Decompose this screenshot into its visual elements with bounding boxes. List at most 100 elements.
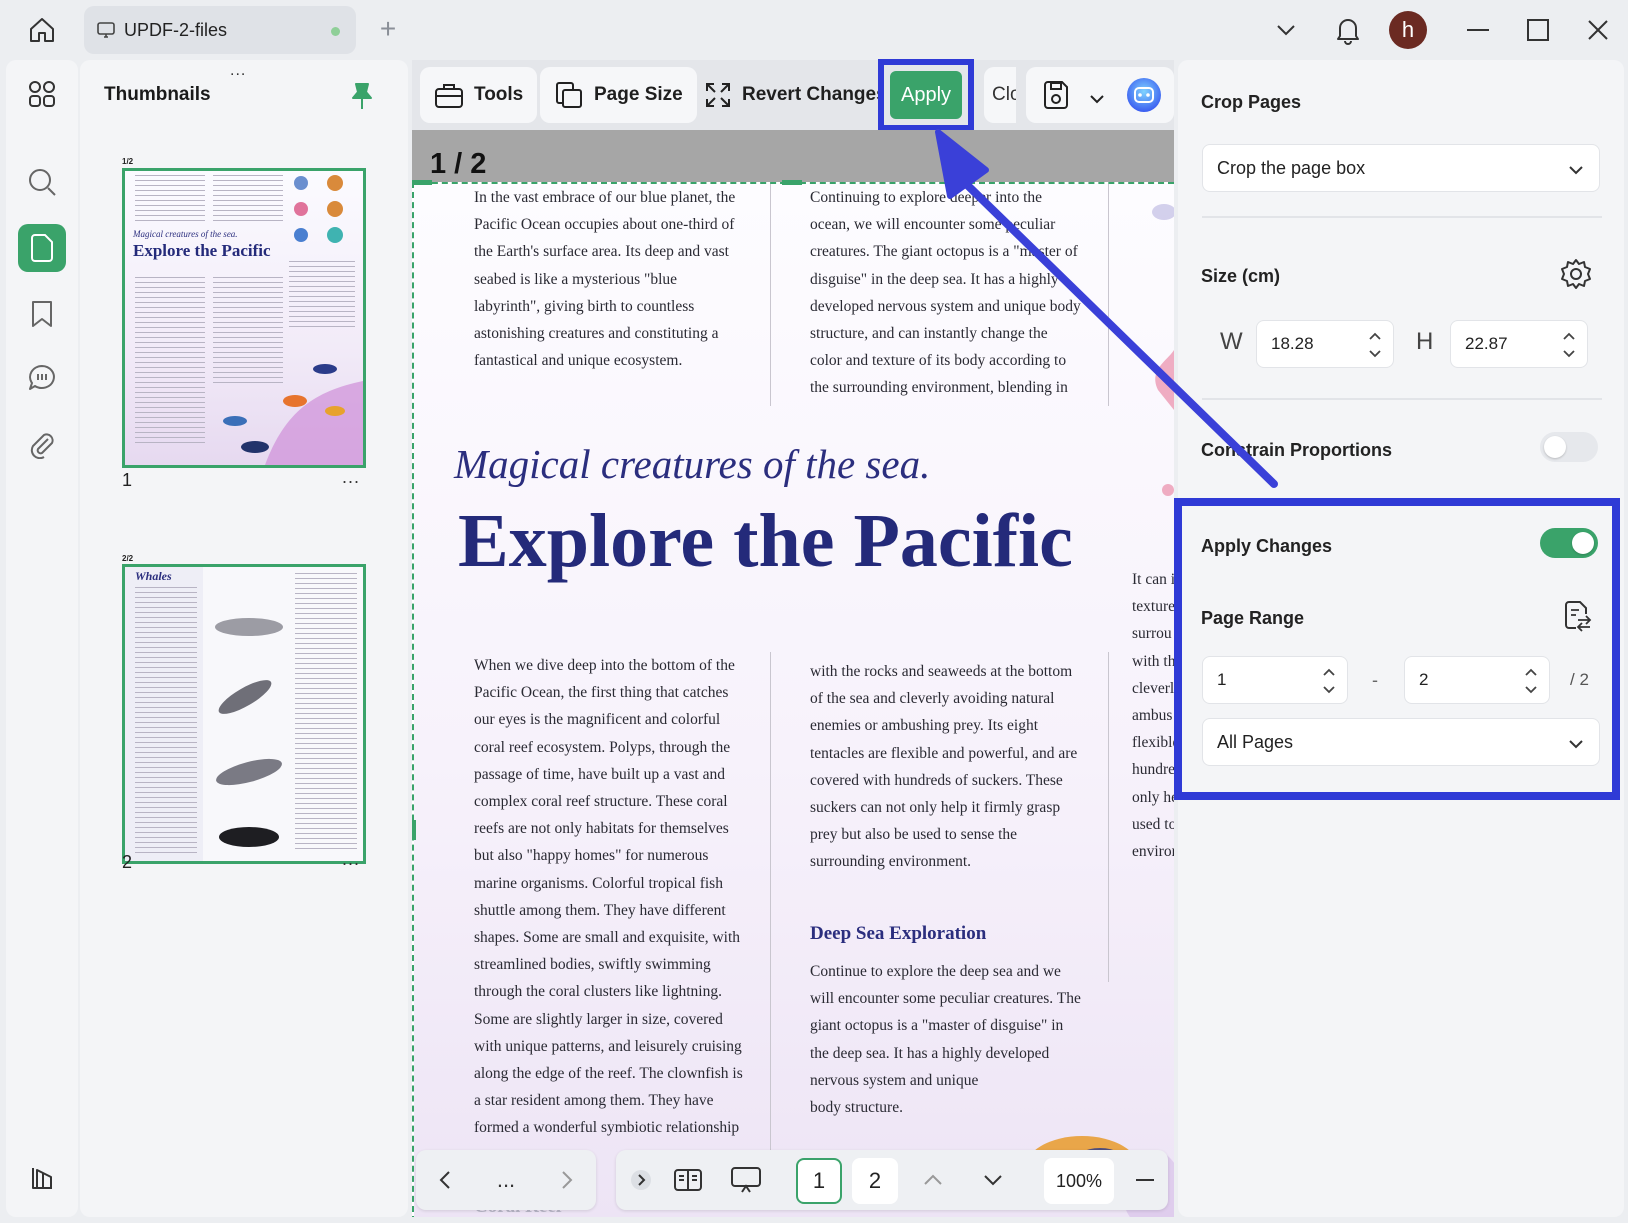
save-options-chevron-icon[interactable] [1090, 91, 1104, 109]
deep-sea-heading: Deep Sea Exploration [810, 923, 987, 944]
revert-changes-button[interactable]: Revert Changes [690, 67, 901, 123]
thumbnails-panel: ... Thumbnails 1/2 Magical creatures of … [80, 60, 408, 1217]
text-column-3-partial: It can i texture surrou with th cleverl … [1132, 571, 1174, 861]
presentation-icon[interactable] [726, 1158, 766, 1202]
new-tab-button[interactable]: + [374, 15, 402, 44]
height-value: 22.87 [1465, 334, 1508, 353]
home-icon[interactable] [24, 12, 60, 48]
height-input[interactable]: 22.87 [1450, 320, 1588, 368]
crop-margin-area [412, 130, 1174, 182]
crop-boundary-left[interactable] [412, 182, 414, 1217]
bookmark-icon[interactable] [18, 290, 66, 338]
coral-edge-illustration [1152, 204, 1174, 496]
page-nav-bar: 1 2 100% [616, 1150, 1168, 1210]
section-divider [1202, 398, 1602, 400]
page-size-button[interactable]: Page Size [540, 67, 697, 123]
crop-handle[interactable] [412, 180, 432, 185]
thumbnail-subheading: Magical creatures of the sea. [133, 229, 238, 239]
crop-handle[interactable] [412, 820, 416, 840]
thumbnail-text-block [295, 573, 357, 853]
page-layout-icon[interactable] [668, 1158, 708, 1202]
magical-creatures-heading: Magical creatures of the sea. [454, 441, 931, 487]
thumbnails-title: Thumbnails [104, 84, 211, 105]
constrain-proportions-label: Constrain Proportions [1201, 440, 1393, 460]
thumbnail-more-button[interactable]: ... [342, 849, 360, 870]
page-1-button[interactable]: 1 [796, 1158, 842, 1204]
revert-changes-label: Revert Changes [742, 84, 887, 105]
chevron-down-icon[interactable] [1266, 10, 1306, 50]
previous-page-icon[interactable] [918, 1158, 948, 1202]
width-input[interactable]: 18.28 [1256, 320, 1394, 368]
page-size-icon [556, 82, 582, 108]
user-avatar[interactable]: h [1388, 10, 1428, 50]
expand-arrows-icon [706, 83, 730, 107]
tools-label: Tools [474, 84, 524, 105]
size-label: Size (cm) [1201, 266, 1281, 286]
apply-highlight-frame: Apply [878, 59, 974, 131]
document-viewport[interactable]: 1 / 2 In the vast embrace of our blue pl… [412, 130, 1174, 1217]
grid-icon[interactable] [18, 70, 66, 118]
chevron-down-icon [1569, 159, 1583, 180]
constrain-proportions-toggle[interactable] [1540, 432, 1598, 462]
size-settings-gear-icon[interactable] [1560, 258, 1592, 295]
crop-pages-label: Crop Pages [1201, 92, 1302, 112]
thumbnail-page-2[interactable]: Whales [122, 564, 366, 864]
height-letter: H [1416, 328, 1434, 355]
thumbnail-page-number: 2 [122, 852, 133, 872]
ai-assistant-icon[interactable] [1124, 75, 1164, 120]
crop-handle[interactable] [782, 180, 802, 185]
page-organize-icon[interactable] [18, 224, 66, 272]
document-tab[interactable]: UPDF-2-files [84, 6, 356, 54]
toolbox-icon [435, 84, 463, 108]
save-icon[interactable] [1042, 80, 1070, 115]
page-history-nav: ... [416, 1150, 596, 1210]
section-divider [1202, 216, 1602, 218]
tools-button[interactable]: Tools [420, 67, 538, 123]
thumbnail-text-block [135, 587, 197, 857]
attachment-icon[interactable] [18, 420, 66, 468]
close-button[interactable]: Clos [984, 67, 1016, 123]
thumbnail-more-button[interactable]: ... [342, 467, 360, 488]
history-more-button[interactable]: ... [486, 1158, 526, 1202]
title-bar: UPDF-2-files + h [0, 0, 1628, 60]
column-divider [770, 184, 771, 406]
panel-resize-grip[interactable]: ... [230, 62, 246, 80]
explore-pacific-heading: Explore the Pacific [458, 499, 1073, 583]
maximize-icon[interactable] [1518, 10, 1558, 50]
zoom-level[interactable]: 100% [1044, 1158, 1114, 1204]
column-divider [1108, 184, 1109, 406]
comment-icon[interactable] [18, 354, 66, 402]
height-stepper-icon[interactable] [1561, 327, 1577, 363]
crop-mode-select[interactable]: Crop the page box [1202, 144, 1600, 192]
document-tab-icon [96, 20, 116, 40]
thumbnail-text-block [135, 277, 205, 447]
layers-icon[interactable] [18, 1154, 66, 1202]
width-stepper-icon[interactable] [1367, 327, 1383, 363]
thumbnail-whales-illustration [215, 618, 283, 847]
close-window-icon[interactable] [1578, 10, 1618, 50]
save-group [1026, 67, 1174, 123]
unsaved-dot [331, 27, 340, 36]
crop-toolbar: Tools Page Size Revert Changes Apply Clo… [412, 59, 1174, 131]
avatar-initial: h [1389, 11, 1427, 49]
apply-changes-highlight-frame [1174, 498, 1620, 800]
back-chevron-icon[interactable] [430, 1158, 460, 1202]
thumbnail-page-badge: 2/2 [122, 554, 134, 563]
thumbnail-page-1[interactable]: Magical creatures of the sea. Explore th… [122, 168, 366, 468]
text-column-1-bottom: When we dive deep into the bottom of the… [474, 657, 743, 1137]
apply-button[interactable]: Apply [890, 71, 962, 119]
toggle-knob [1544, 436, 1566, 458]
minimize-icon[interactable] [1458, 10, 1498, 50]
next-page-icon[interactable] [978, 1158, 1008, 1202]
column-divider [1108, 652, 1109, 982]
collapse-chevron-icon[interactable] [626, 1158, 656, 1202]
notification-bell-icon[interactable] [1328, 10, 1368, 50]
forward-chevron-icon[interactable] [552, 1158, 582, 1202]
thumbnail-coral-illustration [294, 175, 343, 243]
search-icon[interactable] [18, 158, 66, 206]
pin-icon[interactable] [350, 82, 374, 110]
zoom-out-icon[interactable] [1130, 1158, 1160, 1202]
left-rail [6, 60, 78, 1217]
page-2-button[interactable]: 2 [852, 1158, 898, 1204]
page-indicator: 1 / 2 [430, 148, 487, 180]
